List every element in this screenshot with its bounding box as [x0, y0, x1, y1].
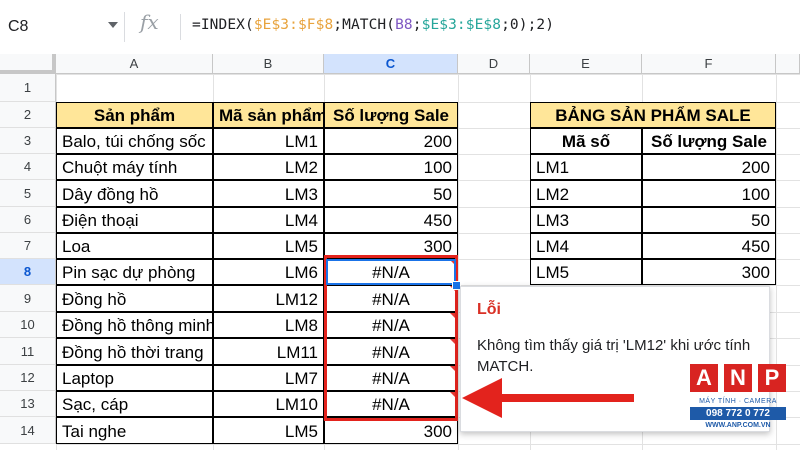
- row-header-13[interactable]: 13: [0, 391, 56, 417]
- row-header-4[interactable]: 4: [0, 154, 56, 180]
- logo-letter: N: [724, 364, 752, 392]
- row-header-3[interactable]: 3: [0, 128, 56, 154]
- product-code-cell[interactable]: LM10: [213, 391, 324, 417]
- product-name-cell[interactable]: Sạc, cáp: [56, 391, 213, 417]
- row-header-11[interactable]: 11: [0, 338, 56, 365]
- column-header-c[interactable]: C: [324, 54, 458, 74]
- sale-code-cell[interactable]: LM3: [530, 207, 642, 233]
- arrow-shaft: [496, 394, 634, 402]
- selected-cell-c8[interactable]: [326, 259, 456, 285]
- product-code-cell[interactable]: LM11: [213, 338, 324, 365]
- logo-letters: A N P: [690, 364, 786, 394]
- error-title: Lỗi: [477, 301, 501, 318]
- sale-quantity-cell[interactable]: 50: [642, 207, 776, 233]
- formula-part: $E$3:$F$8: [253, 17, 334, 33]
- logo-letter: P: [758, 364, 786, 392]
- row-header-1[interactable]: 1: [0, 74, 56, 102]
- sale-code-cell[interactable]: LM5: [530, 259, 642, 285]
- table-header-cell[interactable]: Mã sản phẩm: [213, 102, 327, 128]
- row-header-14[interactable]: 14: [0, 417, 56, 444]
- product-code-cell[interactable]: LM7: [213, 365, 324, 391]
- product-code-cell[interactable]: LM5: [213, 417, 324, 444]
- logo-phone: 098 772 0 772: [690, 407, 786, 420]
- sale-quantity-cell[interactable]: 300: [642, 259, 776, 285]
- name-box[interactable]: C8: [0, 12, 125, 42]
- product-name-cell[interactable]: Pin sạc dự phòng: [56, 259, 213, 285]
- product-name-cell[interactable]: Balo, túi chống sốc: [56, 128, 213, 154]
- product-name-cell[interactable]: Đồng hồ thông minh: [56, 312, 215, 338]
- select-all-corner[interactable]: [0, 54, 56, 74]
- row-header-7[interactable]: 7: [0, 233, 56, 259]
- product-name-cell[interactable]: Đồng hồ: [56, 285, 213, 312]
- product-name-cell[interactable]: Dây đồng hồ: [56, 180, 213, 207]
- formula-bar: C8 fx =INDEX($E$3:$F$8;MATCH(B8;$E$3:$E$…: [0, 0, 800, 55]
- sale-quantity-cell[interactable]: 50: [324, 180, 458, 207]
- table-header-cell[interactable]: Sản phẩm: [56, 102, 213, 128]
- formula-part: =INDEX(: [192, 17, 254, 33]
- sale-quantity-cell[interactable]: 450: [324, 207, 458, 233]
- formula-part: $E$3:$E$8: [421, 17, 502, 33]
- product-name-cell[interactable]: Laptop: [56, 365, 213, 391]
- sale-table-header-cell[interactable]: Mã số: [530, 128, 642, 154]
- row-header-8[interactable]: 8: [0, 259, 56, 285]
- sale-quantity-cell[interactable]: 450: [642, 233, 776, 259]
- product-code-cell[interactable]: LM5: [213, 233, 324, 259]
- product-name-cell[interactable]: Chuột máy tính: [56, 154, 213, 180]
- formula-part: ;: [412, 17, 422, 33]
- sale-code-cell[interactable]: LM4: [530, 233, 642, 259]
- product-name-cell[interactable]: Điện thoại: [56, 207, 213, 233]
- sale-quantity-cell[interactable]: 100: [642, 180, 776, 207]
- product-name-cell[interactable]: Tai nghe: [56, 417, 213, 444]
- table-header-cell[interactable]: Số lượng Sale: [324, 102, 458, 128]
- sale-quantity-cell[interactable]: 200: [324, 128, 458, 154]
- sale-table-header-cell[interactable]: Số lượng Sale: [642, 128, 776, 154]
- column-header-f[interactable]: F: [642, 54, 776, 74]
- row-header-10[interactable]: 10: [0, 312, 56, 338]
- sale-quantity-cell[interactable]: 200: [642, 154, 776, 180]
- chevron-down-icon[interactable]: [108, 22, 118, 28]
- sale-code-cell[interactable]: LM1: [530, 154, 642, 180]
- sale-code-cell[interactable]: LM2: [530, 180, 642, 207]
- cell-reference: C8: [8, 18, 29, 35]
- gridline: [458, 74, 459, 450]
- product-code-cell[interactable]: LM1: [213, 128, 324, 154]
- product-name-cell[interactable]: Loa: [56, 233, 213, 259]
- product-code-cell[interactable]: LM4: [213, 207, 324, 233]
- sale-table-title[interactable]: BẢNG SẢN PHẨM SALE: [530, 102, 776, 128]
- logo-tagline: MÁY TÍNH · CAMERA: [699, 398, 777, 405]
- gridline: [56, 74, 800, 75]
- divider: [180, 14, 181, 40]
- row-header-2[interactable]: 2: [0, 102, 56, 128]
- formula-part: ;0);2): [501, 17, 555, 33]
- formula-part: ;MATCH(: [333, 17, 396, 33]
- column-header-d[interactable]: D: [458, 54, 530, 74]
- sale-quantity-cell[interactable]: 100: [324, 154, 458, 180]
- column-header-overflow: [776, 54, 800, 74]
- row-header-5[interactable]: 5: [0, 180, 56, 207]
- column-header-b[interactable]: B: [213, 54, 324, 74]
- fx-icon: fx: [140, 10, 159, 34]
- formula-part: B8: [395, 17, 413, 33]
- product-code-cell[interactable]: LM8: [213, 312, 324, 338]
- formula-input[interactable]: =INDEX($E$3:$F$8;MATCH(B8;$E$3:$E$8;0);2…: [192, 17, 554, 33]
- column-header-e[interactable]: E: [530, 54, 642, 74]
- product-code-cell[interactable]: LM6: [213, 259, 324, 285]
- row-header-6[interactable]: 6: [0, 207, 56, 233]
- logo-website: WWW.ANP.COM.VN: [705, 422, 771, 429]
- sale-quantity-cell[interactable]: 300: [324, 417, 458, 444]
- product-code-cell[interactable]: LM3: [213, 180, 324, 207]
- product-code-cell[interactable]: LM2: [213, 154, 324, 180]
- anp-logo: A N P MÁY TÍNH · CAMERA 098 772 0 772 WW…: [690, 364, 786, 440]
- row-header-9[interactable]: 9: [0, 285, 56, 312]
- row-header-12[interactable]: 12: [0, 365, 56, 391]
- product-code-cell[interactable]: LM12: [213, 285, 324, 312]
- logo-letter: A: [690, 364, 718, 392]
- product-name-cell[interactable]: Đồng hồ thời trang: [56, 338, 213, 365]
- column-header-a[interactable]: A: [56, 54, 213, 74]
